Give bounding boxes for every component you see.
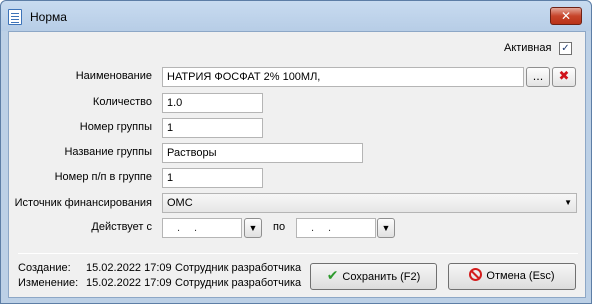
document-icon — [8, 9, 22, 25]
window-title: Норма — [30, 10, 67, 24]
position-in-group-field[interactable]: 1 — [162, 168, 263, 188]
modified-user: Сотрудник разработчика — [175, 277, 302, 289]
norm-dialog-window: Норма ✕ Активная ✓ Наименование НАТРИЯ Ф… — [0, 0, 592, 304]
title-bar[interactable]: Норма ✕ — [1, 1, 591, 31]
funding-source-label: Источник финансирования — [14, 197, 152, 209]
save-button-label: Сохранить (F2) — [342, 271, 421, 283]
save-button[interactable]: ✔ Сохранить (F2) — [310, 263, 437, 290]
clear-button[interactable]: ✖ — [552, 67, 576, 87]
chevron-down-icon: ▼ — [564, 198, 572, 207]
valid-from-label: Действует с — [91, 221, 152, 233]
cancel-button-label: Отмена (Esc) — [486, 270, 555, 282]
modified-label: Изменение: — [18, 277, 79, 289]
name-label: Наименование — [75, 70, 152, 82]
valid-from-date-field[interactable]: .. — [162, 218, 242, 238]
valid-from-dropdown-button[interactable]: ▼ — [244, 218, 262, 238]
valid-to-date-field[interactable]: .. — [296, 218, 376, 238]
name-field[interactable]: НАТРИЯ ФОСФАТ 2% 100МЛ, — [162, 67, 524, 87]
active-checkbox[interactable]: ✓ — [559, 42, 572, 55]
modified-time: 15.02.2022 17:09 — [86, 277, 172, 289]
dialog-body: Активная ✓ Наименование НАТРИЯ ФОСФАТ 2%… — [8, 31, 586, 298]
valid-to-label: по — [273, 221, 286, 233]
group-number-field[interactable]: 1 — [162, 118, 263, 138]
funding-source-value: ОМС — [167, 197, 193, 209]
prohibited-icon — [469, 268, 483, 281]
position-in-group-label: Номер п/п в группе — [54, 171, 152, 183]
quantity-label: Количество — [92, 96, 152, 108]
group-name-label: Название группы — [64, 146, 152, 158]
created-label: Создание: — [18, 262, 71, 274]
created-time: 15.02.2022 17:09 — [86, 262, 172, 274]
group-name-field[interactable]: Растворы — [162, 143, 363, 163]
funding-source-select[interactable]: ОМС ▼ — [162, 193, 577, 213]
group-number-label: Номер группы — [79, 121, 152, 133]
footer-separator — [18, 253, 578, 254]
browse-button[interactable]: ... — [526, 67, 550, 87]
quantity-field[interactable]: 1.0 — [162, 93, 263, 113]
cancel-button[interactable]: Отмена (Esc) — [448, 263, 576, 290]
valid-to-dropdown-button[interactable]: ▼ — [377, 218, 395, 238]
created-user: Сотрудник разработчика — [175, 262, 302, 274]
checkmark-icon: ✔ — [326, 268, 339, 284]
close-button[interactable]: ✕ — [550, 7, 582, 25]
active-label: Активная — [504, 42, 552, 54]
